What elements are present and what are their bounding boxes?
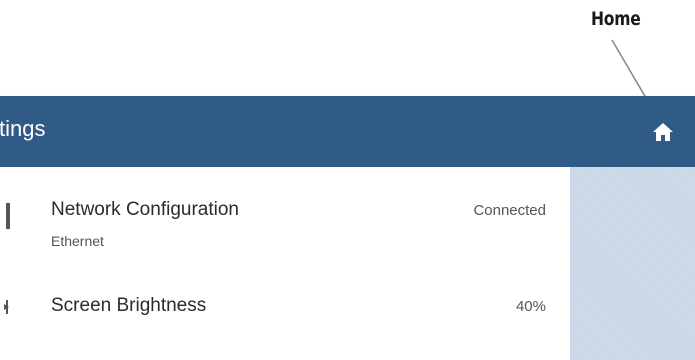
detail-pane (570, 167, 695, 360)
settings-list: Network Configuration Ethernet Connected… (0, 167, 570, 360)
settings-item-network-configuration[interactable]: Network Configuration Ethernet Connected (0, 167, 570, 279)
brightness-icon (0, 297, 20, 322)
settings-item-screen-brightness[interactable]: Screen Brightness 40% (0, 279, 570, 360)
home-callout-label: Home (591, 8, 641, 30)
home-button[interactable] (648, 117, 678, 147)
network-status-value: Connected (473, 202, 546, 219)
page-title: tings (0, 116, 46, 141)
app-bar: tings (0, 96, 695, 167)
screen-brightness-value: 40% (515, 298, 546, 315)
screen-brightness-title: Screen Brightness (51, 295, 207, 316)
home-icon (653, 123, 673, 141)
network-configuration-subtitle: Ethernet (51, 233, 104, 249)
network-icon (0, 203, 20, 234)
network-configuration-title: Network Configuration (51, 199, 239, 220)
screenshot-root: Home tings Network Configuration Etherne… (0, 0, 695, 360)
